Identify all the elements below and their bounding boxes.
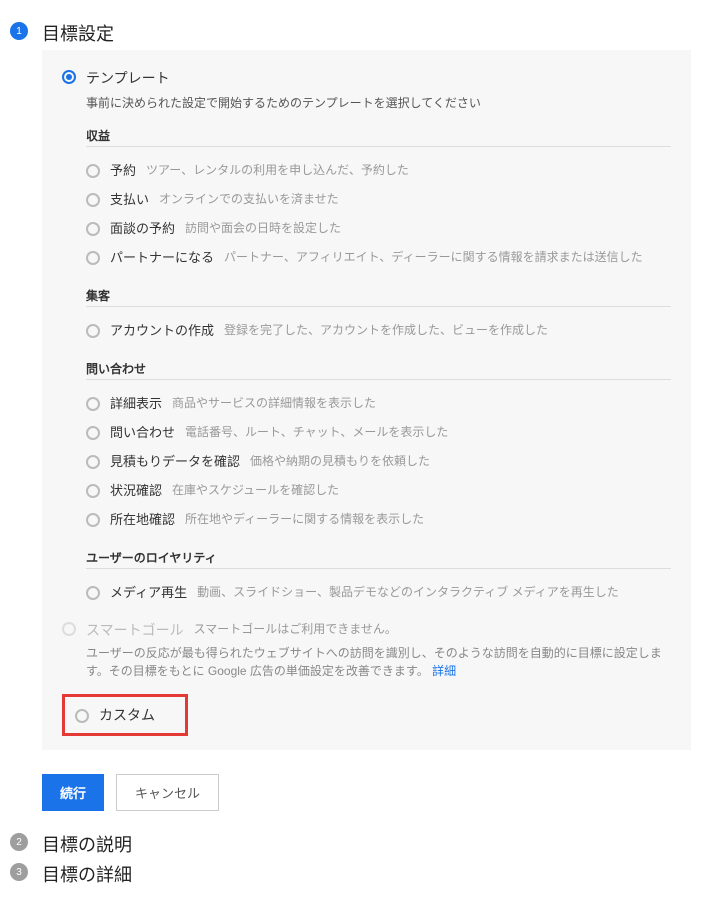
- step-2-badge: 2: [10, 833, 28, 851]
- option-desc: 価格や納期の見積もりを依頼した: [250, 452, 430, 469]
- smart-goal-row: スマートゴール スマートゴールはご利用できません。: [62, 620, 671, 640]
- category-engagement: ユーザーのロイヤリティ メディア再生 動画、スライドショー、製品デモなどのインタ…: [86, 549, 671, 606]
- goal-option[interactable]: パートナーになる パートナー、アフィリエイト、ディーラーに関する情報を請求または…: [86, 242, 671, 271]
- option-radio[interactable]: [86, 484, 100, 498]
- option-desc: 在庫やスケジュールを確認した: [172, 481, 339, 498]
- category-revenue: 収益 予約 ツアー、レンタルの利用を申し込んだ、予約した 支払い オンラインでの…: [86, 127, 671, 271]
- option-radio[interactable]: [86, 324, 100, 338]
- smart-goal-desc: ユーザーの反応が最も得られたウェブサイトへの訪問を識別し、そのような訪問を自動的…: [86, 644, 671, 680]
- goal-option[interactable]: 支払い オンラインでの支払いを済ませた: [86, 184, 671, 213]
- option-desc: 電話番号、ルート、チャット、メールを表示した: [185, 423, 448, 440]
- option-label: 問い合わせ: [110, 422, 175, 441]
- goal-option[interactable]: アカウントの作成 登録を完了した、アカウントを作成した、ビューを作成した: [86, 315, 671, 344]
- smart-goal-radio: [62, 622, 76, 636]
- step-3-title: 目標の詳細: [42, 861, 132, 887]
- button-row: 続行 キャンセル: [42, 774, 691, 811]
- goal-option[interactable]: 予約 ツアー、レンタルの利用を申し込んだ、予約した: [86, 155, 671, 184]
- option-radio[interactable]: [86, 193, 100, 207]
- divider: [86, 306, 671, 307]
- option-label: 所在地確認: [110, 509, 175, 528]
- option-desc: 訪問や面会の日時を設定した: [185, 219, 341, 236]
- step-1-body: テンプレート 事前に決められた設定で開始するためのテンプレートを選択してください…: [42, 50, 691, 811]
- option-label: メディア再生: [110, 582, 187, 601]
- option-radio[interactable]: [86, 426, 100, 440]
- category-acquisition: 集客 アカウントの作成 登録を完了した、アカウントを作成した、ビューを作成した: [86, 287, 671, 344]
- category-inquiry: 問い合わせ 詳細表示 商品やサービスの詳細情報を表示した 問い合わせ 電話番号、…: [86, 360, 671, 533]
- option-label: アカウントの作成: [110, 320, 214, 339]
- step-1-title: 目標設定: [42, 20, 114, 46]
- step-2-header[interactable]: 2 目標の説明: [10, 831, 691, 857]
- custom-radio[interactable]: [75, 709, 89, 723]
- option-label: 面談の予約: [110, 218, 175, 237]
- option-radio[interactable]: [86, 586, 100, 600]
- step-2-title: 目標の説明: [42, 831, 132, 857]
- option-label: 状況確認: [110, 480, 162, 499]
- category-title: ユーザーのロイヤリティ: [86, 549, 671, 566]
- goal-option[interactable]: 詳細表示 商品やサービスの詳細情報を表示した: [86, 388, 671, 417]
- option-radio[interactable]: [86, 251, 100, 265]
- option-desc: オンラインでの支払いを済ませた: [159, 190, 339, 207]
- option-radio[interactable]: [86, 397, 100, 411]
- category-title: 収益: [86, 127, 671, 144]
- template-label: テンプレート: [86, 68, 170, 88]
- template-desc: 事前に決められた設定で開始するためのテンプレートを選択してください: [86, 94, 671, 111]
- option-desc: 動画、スライドショー、製品デモなどのインタラクティブ メディアを再生した: [197, 583, 619, 600]
- option-desc: パートナー、アフィリエイト、ディーラーに関する情報を請求または送信した: [224, 248, 643, 265]
- option-desc: 登録を完了した、アカウントを作成した、ビューを作成した: [224, 321, 548, 338]
- goal-option[interactable]: 見積もりデータを確認 価格や納期の見積もりを依頼した: [86, 446, 671, 475]
- option-label: 支払い: [110, 189, 149, 208]
- step-3-badge: 3: [10, 863, 28, 881]
- divider: [86, 146, 671, 147]
- smart-goal-link[interactable]: 詳細: [432, 664, 456, 678]
- divider: [86, 568, 671, 569]
- template-panel: テンプレート 事前に決められた設定で開始するためのテンプレートを選択してください…: [42, 50, 691, 750]
- option-radio[interactable]: [86, 455, 100, 469]
- divider: [86, 379, 671, 380]
- smart-goal-note: スマートゴールはご利用できません。: [194, 620, 397, 637]
- option-label: 見積もりデータを確認: [110, 451, 240, 470]
- goal-option[interactable]: メディア再生 動画、スライドショー、製品デモなどのインタラクティブ メディアを再…: [86, 577, 671, 606]
- continue-button[interactable]: 続行: [42, 774, 104, 811]
- option-radio[interactable]: [86, 164, 100, 178]
- option-label: 予約: [110, 160, 136, 179]
- smart-goal-label: スマートゴール: [86, 620, 184, 640]
- option-radio[interactable]: [86, 222, 100, 236]
- template-radio[interactable]: [62, 70, 76, 84]
- option-desc: 商品やサービスの詳細情報を表示した: [172, 394, 376, 411]
- option-desc: 所在地やディーラーに関する情報を表示した: [185, 510, 424, 527]
- goal-option[interactable]: 問い合わせ 電話番号、ルート、チャット、メールを表示した: [86, 417, 671, 446]
- option-radio[interactable]: [86, 513, 100, 527]
- goal-option[interactable]: 所在地確認 所在地やディーラーに関する情報を表示した: [86, 504, 671, 533]
- category-title: 問い合わせ: [86, 360, 671, 377]
- smart-goal-desc-text: ユーザーの反応が最も得られたウェブサイトへの訪問を識別し、そのような訪問を自動的…: [86, 646, 662, 678]
- goal-option[interactable]: 状況確認 在庫やスケジュールを確認した: [86, 475, 671, 504]
- option-desc: ツアー、レンタルの利用を申し込んだ、予約した: [146, 161, 409, 178]
- option-label: 詳細表示: [110, 393, 162, 412]
- option-label: パートナーになる: [110, 247, 214, 266]
- category-title: 集客: [86, 287, 671, 304]
- template-radio-row[interactable]: テンプレート: [62, 68, 671, 88]
- goal-option[interactable]: 面談の予約 訪問や面会の日時を設定した: [86, 213, 671, 242]
- cancel-button[interactable]: キャンセル: [116, 774, 219, 811]
- step-3-header[interactable]: 3 目標の詳細: [10, 861, 691, 887]
- custom-goal-row[interactable]: カスタム: [62, 694, 188, 736]
- custom-label: カスタム: [99, 705, 155, 725]
- step-1-badge: 1: [10, 22, 28, 40]
- step-1-header: 1 目標設定: [10, 20, 691, 46]
